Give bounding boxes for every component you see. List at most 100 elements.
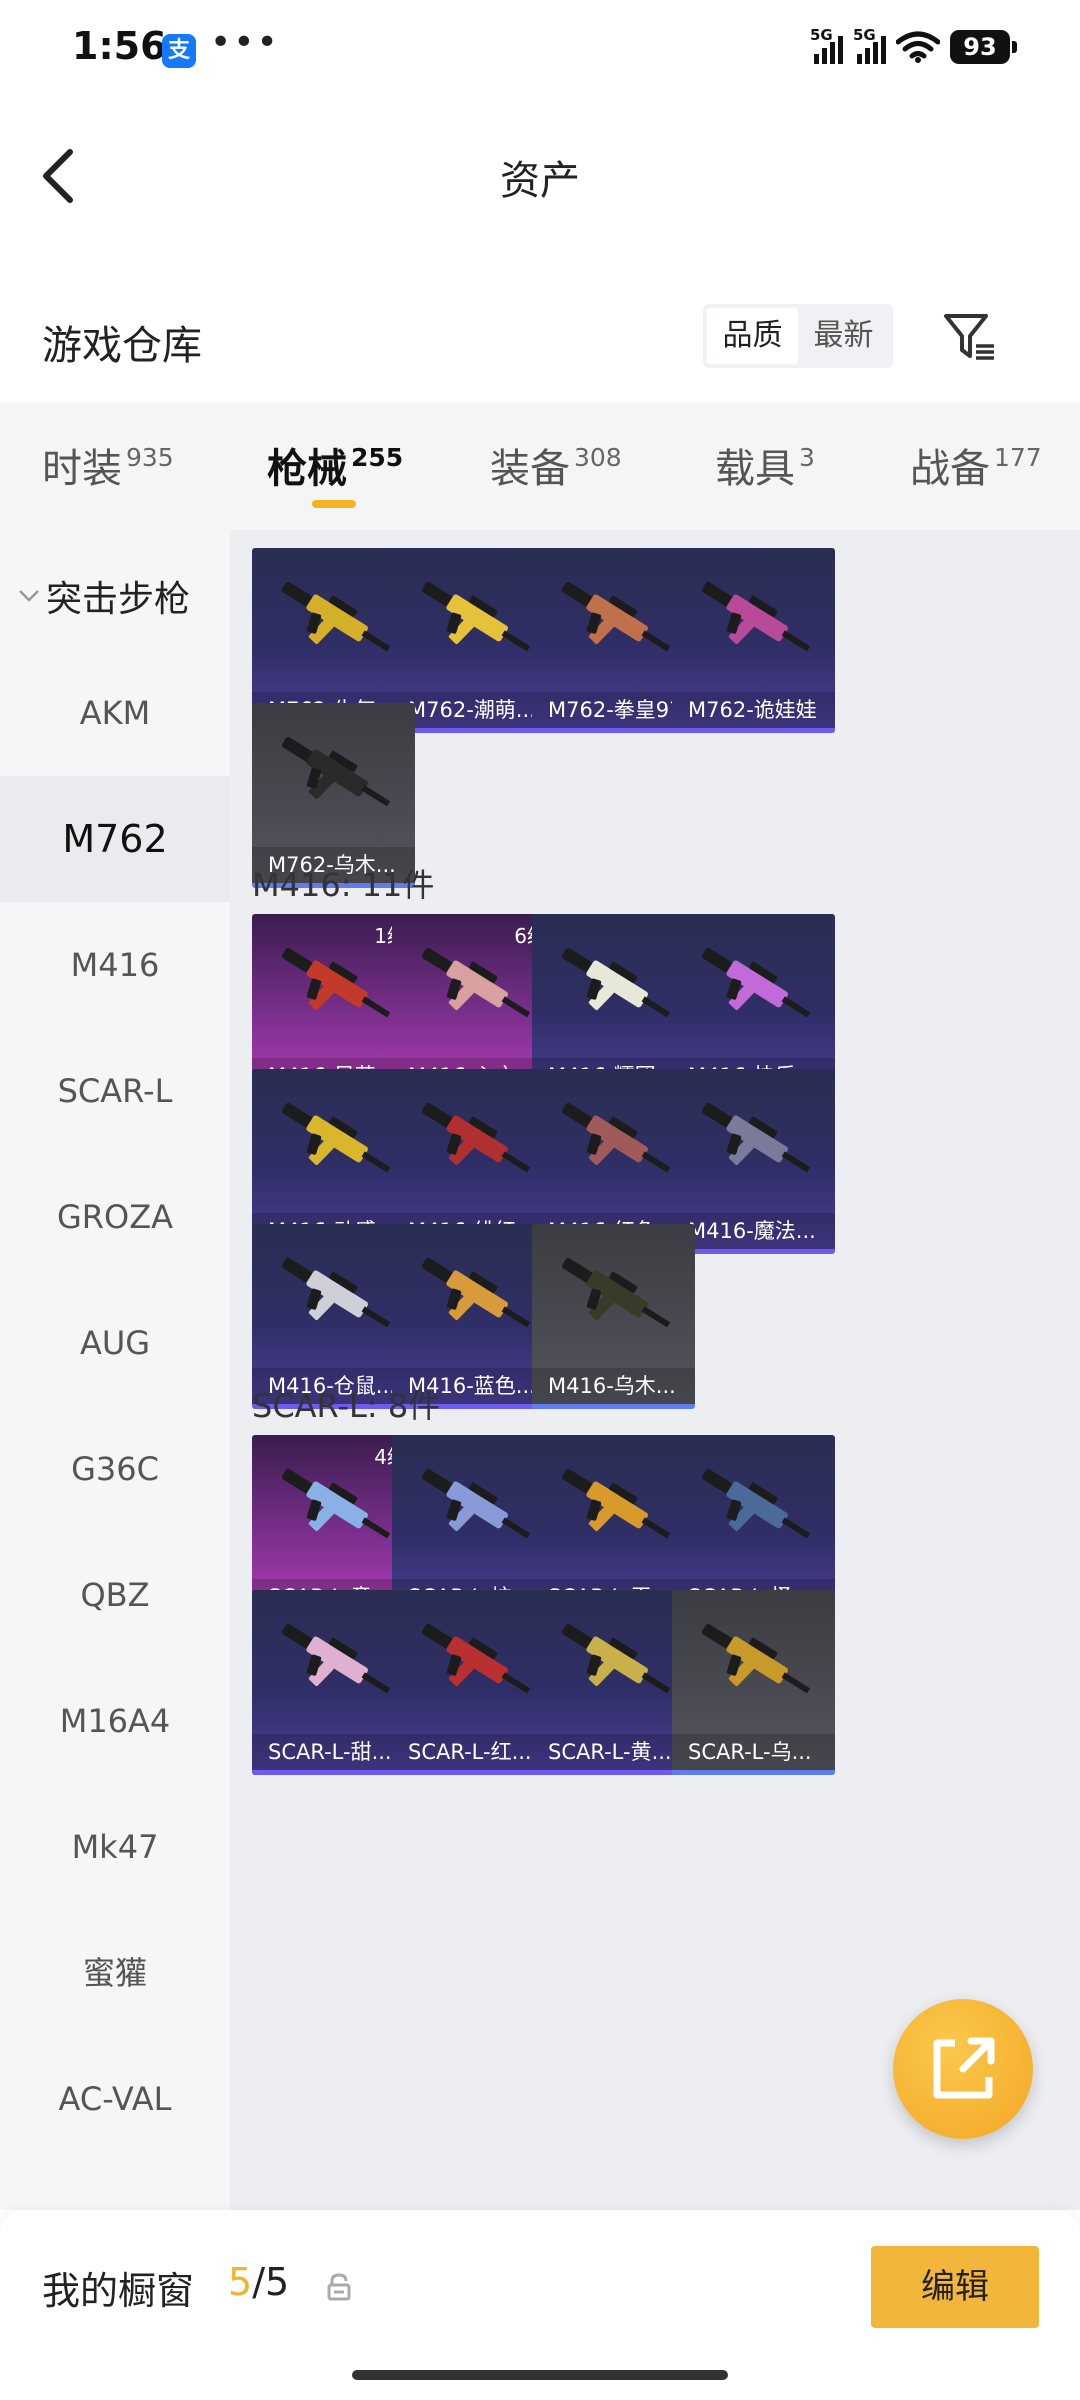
tab-count: 3 — [799, 443, 815, 472]
sidebar-item-scar-l[interactable]: SCAR-L — [0, 1028, 230, 1154]
tab-label: 装备 — [490, 446, 570, 492]
weapon-skin-image — [562, 1468, 671, 1539]
weapon-skin-image — [562, 947, 671, 1018]
status-bar: 1:56 支 ••• 5G 5G 93 — [0, 0, 1080, 100]
weapon-skin-image — [282, 736, 391, 807]
weapon-skin-image — [422, 1623, 531, 1694]
sidebar-item-aug[interactable]: AUG — [0, 1280, 230, 1406]
weapon-card[interactable]: M762-潮萌... — [392, 548, 555, 733]
sort-newest-button[interactable]: 最新 — [798, 308, 889, 364]
weapon-skin-image — [422, 581, 531, 652]
sidebar-item-ac-val[interactable]: AC-VAL — [0, 2036, 230, 2162]
weapon-card-name: M416-魔法... — [672, 1213, 835, 1249]
weapon-card[interactable]: SCAR-L-乌... — [672, 1590, 835, 1775]
weapon-card-name: SCAR-L-乌... — [672, 1734, 835, 1770]
edit-showcase-button[interactable]: 编辑 — [871, 2246, 1039, 2328]
wifi-icon — [896, 31, 940, 63]
showcase-count: 5/5 — [228, 2260, 289, 2304]
sidebar-item-akm[interactable]: AKM — [0, 650, 230, 776]
battery-icon: 93 — [950, 30, 1017, 64]
weapon-card-name: SCAR-L-红... — [392, 1734, 555, 1770]
share-icon — [933, 2037, 995, 2099]
sidebar-item-m416[interactable]: M416 — [0, 902, 230, 1028]
tab-equipment[interactable]: 装备 308 — [490, 436, 622, 494]
weapon-skin-image — [282, 1623, 391, 1694]
weapon-skin-image — [562, 1102, 671, 1173]
sort-toggle: 品质 最新 — [703, 304, 893, 368]
weapon-card[interactable]: M416-魔法... — [672, 1069, 835, 1254]
status-time: 1:56 — [72, 24, 167, 68]
sidebar-item-g36c[interactable]: G36C — [0, 1406, 230, 1532]
tab-count: 255 — [351, 443, 404, 472]
tab-label: 枪械 — [267, 446, 347, 492]
sort-quality-button[interactable]: 品质 — [707, 308, 798, 364]
share-button[interactable] — [893, 1999, 1033, 2139]
tab-supplies[interactable]: 战备 177 — [910, 436, 1042, 494]
weapon-skin-image — [562, 581, 671, 652]
tab-guns[interactable]: 枪械 255 — [267, 436, 403, 494]
page-title: 资产 — [500, 158, 580, 204]
weapon-skin-image — [702, 1468, 811, 1539]
weapon-card-name: M416-乌木... — [532, 1368, 695, 1404]
tab-label: 时装 — [42, 446, 122, 492]
weapon-skin-image — [282, 1468, 391, 1539]
warehouse-title: 游戏仓库 — [42, 323, 202, 369]
sidebar-item-mk47[interactable]: Mk47 — [0, 1784, 230, 1910]
weapon-sidebar: 突击步枪 AKM M762 M416 SCAR-L GROZA AUG G36C QBZ M16… — [0, 530, 230, 2210]
signal-1-label: 5G — [810, 26, 833, 44]
tab-count: 177 — [994, 443, 1042, 472]
weapon-skin-image — [702, 581, 811, 652]
sidebar-item--[interactable]: 蜜獾 — [0, 1910, 230, 2036]
weapon-card[interactable]: M416-乌木... — [532, 1224, 695, 1409]
weapon-card[interactable]: M762-拳皇97 — [532, 548, 695, 733]
signal-2-label: 5G — [853, 26, 876, 44]
tab-count: 308 — [574, 443, 622, 472]
filter-icon[interactable] — [942, 310, 998, 366]
active-tab-indicator — [312, 500, 356, 508]
category-tabs: 时装 935 枪械 255 装备 308 载具 3 战备 177 — [0, 402, 1080, 530]
group-label: SCAR-L: 8件 — [252, 1387, 441, 1425]
tab-vehicles[interactable]: 载具 3 — [715, 436, 815, 494]
sidebar-category-label: 突击步枪 — [46, 579, 191, 620]
tab-label: 战备 — [910, 446, 990, 492]
signal-1-icon: 5G — [810, 26, 843, 64]
showcase-total: /5 — [252, 2260, 290, 2304]
sidebar-item-m16a4[interactable]: M16A4 — [0, 1658, 230, 1784]
weapon-skin-image — [422, 1468, 531, 1539]
lock-icon — [327, 2273, 351, 2301]
weapon-card-name: M762-拳皇97 — [532, 692, 695, 728]
weapon-skin-image — [702, 947, 811, 1018]
sidebar-category-assault-rifles[interactable]: 突击步枪 — [18, 570, 190, 622]
weapon-skin-image — [422, 1257, 531, 1328]
weapon-skin-image — [562, 1257, 671, 1328]
weapon-skin-image — [282, 581, 391, 652]
weapon-skin-image — [282, 947, 391, 1018]
sidebar-item-m762[interactable]: M762 — [0, 776, 230, 902]
app-root: 1:56 支 ••• 5G 5G 93 资产 游戏仓库 品质 最新 时装 935… — [0, 0, 1080, 2400]
tab-fashion[interactable]: 时装 935 — [42, 436, 174, 494]
alipay-icon: 支 — [162, 34, 196, 68]
weapon-skin-image — [702, 1102, 811, 1173]
weapon-card[interactable]: SCAR-L-甜... — [252, 1590, 415, 1775]
tab-label: 载具 — [715, 446, 795, 492]
weapon-grid: M762-牛气...M762-潮萌...M762-拳皇97M762-诡娃娃M76… — [230, 530, 1080, 2210]
weapon-card[interactable]: SCAR-L-黄... — [532, 1590, 695, 1775]
weapon-card-name: SCAR-L-黄... — [532, 1734, 695, 1770]
more-notifications-icon: ••• — [210, 22, 280, 63]
home-indicator[interactable] — [352, 2370, 728, 2380]
signal-2-icon: 5G — [853, 26, 886, 64]
weapon-skin-image — [702, 1623, 811, 1694]
weapon-card-name: SCAR-L-甜... — [252, 1734, 415, 1770]
weapon-card-name: M762-潮萌... — [392, 692, 555, 728]
tab-count: 935 — [126, 443, 174, 472]
weapon-card[interactable]: M762-诡娃娃 — [672, 548, 835, 733]
showcase-label: 我的橱窗 — [42, 2269, 195, 2313]
weapon-skin-image — [282, 1102, 391, 1173]
group-label: M416: 11件 — [252, 866, 435, 904]
sidebar-item-groza[interactable]: GROZA — [0, 1154, 230, 1280]
weapon-skin-image — [282, 1257, 391, 1328]
sidebar-item-qbz[interactable]: QBZ — [0, 1532, 230, 1658]
status-indicators: 5G 5G 93 — [810, 26, 1017, 64]
weapon-card[interactable]: SCAR-L-红... — [392, 1590, 555, 1775]
weapon-skin-image — [422, 1102, 531, 1173]
